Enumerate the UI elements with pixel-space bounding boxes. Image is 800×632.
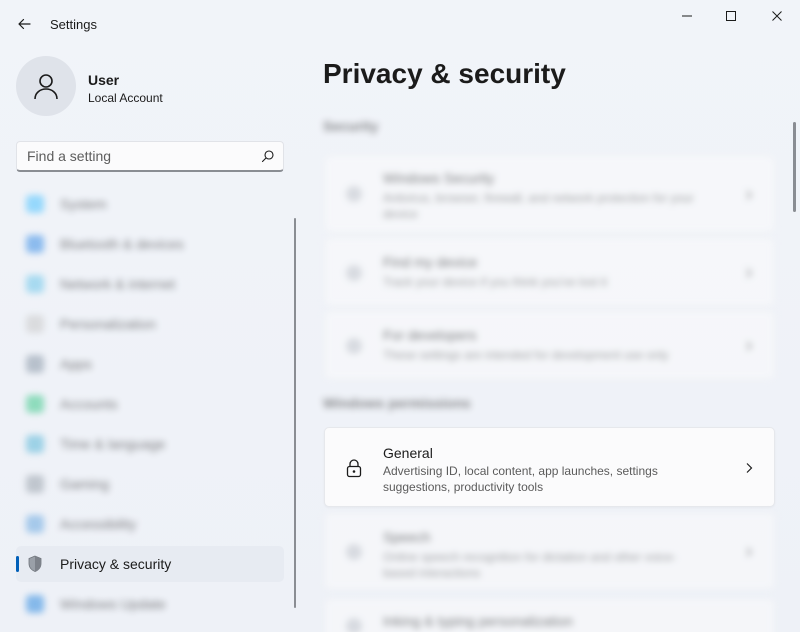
card-find-my-device[interactable]: Find my device Track your device if you …	[324, 237, 775, 307]
shield-icon	[26, 555, 44, 573]
sidebar-item-label: Accounts	[60, 396, 118, 412]
sidebar-item-accessibility[interactable]: Accessibility	[16, 506, 284, 542]
active-indicator	[16, 556, 19, 572]
wifi-icon	[26, 275, 44, 293]
search-input[interactable]	[17, 148, 253, 164]
minimize-icon	[682, 15, 692, 17]
sidebar-item-privacy-security[interactable]: Privacy & security	[16, 546, 284, 582]
sidebar-item-time-language[interactable]: Time & language	[16, 426, 284, 462]
locate-icon	[343, 262, 365, 284]
card-title: Speech	[383, 529, 431, 545]
sidebar-scrollbar[interactable]	[294, 218, 296, 608]
card-title: Inking & typing personalization	[383, 613, 573, 629]
monitor-icon	[26, 195, 44, 213]
sidebar-item-windows-update[interactable]: Windows Update	[16, 586, 284, 622]
close-icon	[772, 11, 782, 21]
settings-window: Settings User Local Account Find a setti…	[0, 0, 800, 632]
chevron-right-icon	[742, 266, 756, 280]
sidebar-item-label: Personalization	[60, 316, 156, 332]
page-title: Privacy & security	[323, 58, 566, 89]
card-description: Online speech recognition for dictation …	[383, 550, 677, 580]
app-title: Settings	[50, 17, 97, 32]
card-title: For developers	[383, 327, 477, 343]
title-bar: Settings	[0, 0, 800, 48]
sidebar-item-label: Time & language	[60, 436, 166, 452]
chevron-right-icon	[742, 188, 756, 202]
person-icon	[34, 74, 58, 100]
sidebar-item-label: Bluetooth & devices	[60, 236, 184, 252]
section-heading-windows-permissions: Windows permissions	[323, 395, 471, 411]
card-inking-typing[interactable]: Inking & typing personalization	[324, 598, 775, 632]
sidebar-item-label: Privacy & security	[60, 556, 172, 572]
minimize-button[interactable]	[664, 0, 710, 32]
sidebar-item-apps[interactable]: Apps	[16, 346, 284, 382]
card-description: Antivirus, browser, firewall, and networ…	[383, 191, 694, 221]
update-icon	[26, 595, 44, 613]
user-profile[interactable]: User Local Account	[16, 56, 292, 120]
search-icon[interactable]	[253, 149, 283, 163]
brush-icon	[26, 315, 44, 333]
maximize-button[interactable]	[708, 0, 754, 32]
card-description: Track your device if you think you've lo…	[383, 275, 607, 289]
sidebar-item-gaming[interactable]: Gaming	[16, 466, 284, 502]
speech-icon	[343, 541, 365, 563]
main-scrollbar[interactable]	[793, 122, 796, 212]
developer-icon	[343, 335, 365, 357]
card-speech[interactable]: Speech Online speech recognition for dic…	[324, 512, 775, 590]
search-box[interactable]	[16, 141, 284, 172]
card-description: Advertising ID, local content, app launc…	[383, 464, 658, 494]
sidebar-item-label: Apps	[60, 356, 92, 372]
pen-icon	[343, 615, 365, 632]
sidebar-item-accounts[interactable]: Accounts	[16, 386, 284, 422]
card-title: Find my device	[383, 254, 478, 270]
maximize-icon	[726, 11, 736, 21]
accounts-icon	[26, 395, 44, 413]
shield-icon	[343, 183, 365, 205]
card-title: Windows Security	[383, 170, 495, 186]
close-button[interactable]	[754, 0, 800, 32]
sidebar-item-bluetooth[interactable]: Bluetooth & devices	[16, 226, 284, 262]
accessibility-icon	[26, 515, 44, 533]
sidebar-item-label: System	[60, 196, 107, 212]
apps-icon	[26, 355, 44, 373]
sidebar-nav: System Bluetooth & devices Network & int…	[16, 186, 284, 626]
sidebar-item-label: Gaming	[60, 476, 110, 492]
section-heading-security: Security	[323, 118, 379, 134]
back-button[interactable]	[10, 10, 38, 38]
gamepad-icon	[26, 475, 44, 493]
card-windows-security[interactable]: Windows Security Antivirus, browser, fir…	[324, 155, 775, 233]
bluetooth-icon	[26, 235, 44, 253]
sidebar-item-network[interactable]: Network & internet	[16, 266, 284, 302]
card-description: These settings are intended for developm…	[383, 348, 669, 362]
avatar	[16, 56, 76, 116]
sidebar-item-label: Accessibility	[60, 516, 137, 532]
user-name: User	[88, 72, 120, 88]
card-for-developers[interactable]: For developers These settings are intend…	[324, 310, 775, 380]
sidebar-item-label: Windows Update	[60, 596, 166, 612]
lock-icon	[343, 457, 365, 479]
sidebar-item-personalization[interactable]: Personalization	[16, 306, 284, 342]
chevron-right-icon	[742, 339, 756, 353]
globe-icon	[26, 435, 44, 453]
back-arrow-icon	[18, 18, 31, 30]
chevron-right-icon	[742, 461, 756, 475]
card-general[interactable]: General Advertising ID, local content, a…	[324, 427, 775, 507]
account-type: Local Account	[88, 91, 163, 105]
sidebar-item-label: Network & internet	[60, 276, 176, 292]
sidebar-item-system[interactable]: System	[16, 186, 284, 222]
card-title: General	[383, 445, 433, 461]
chevron-right-icon	[742, 545, 756, 559]
